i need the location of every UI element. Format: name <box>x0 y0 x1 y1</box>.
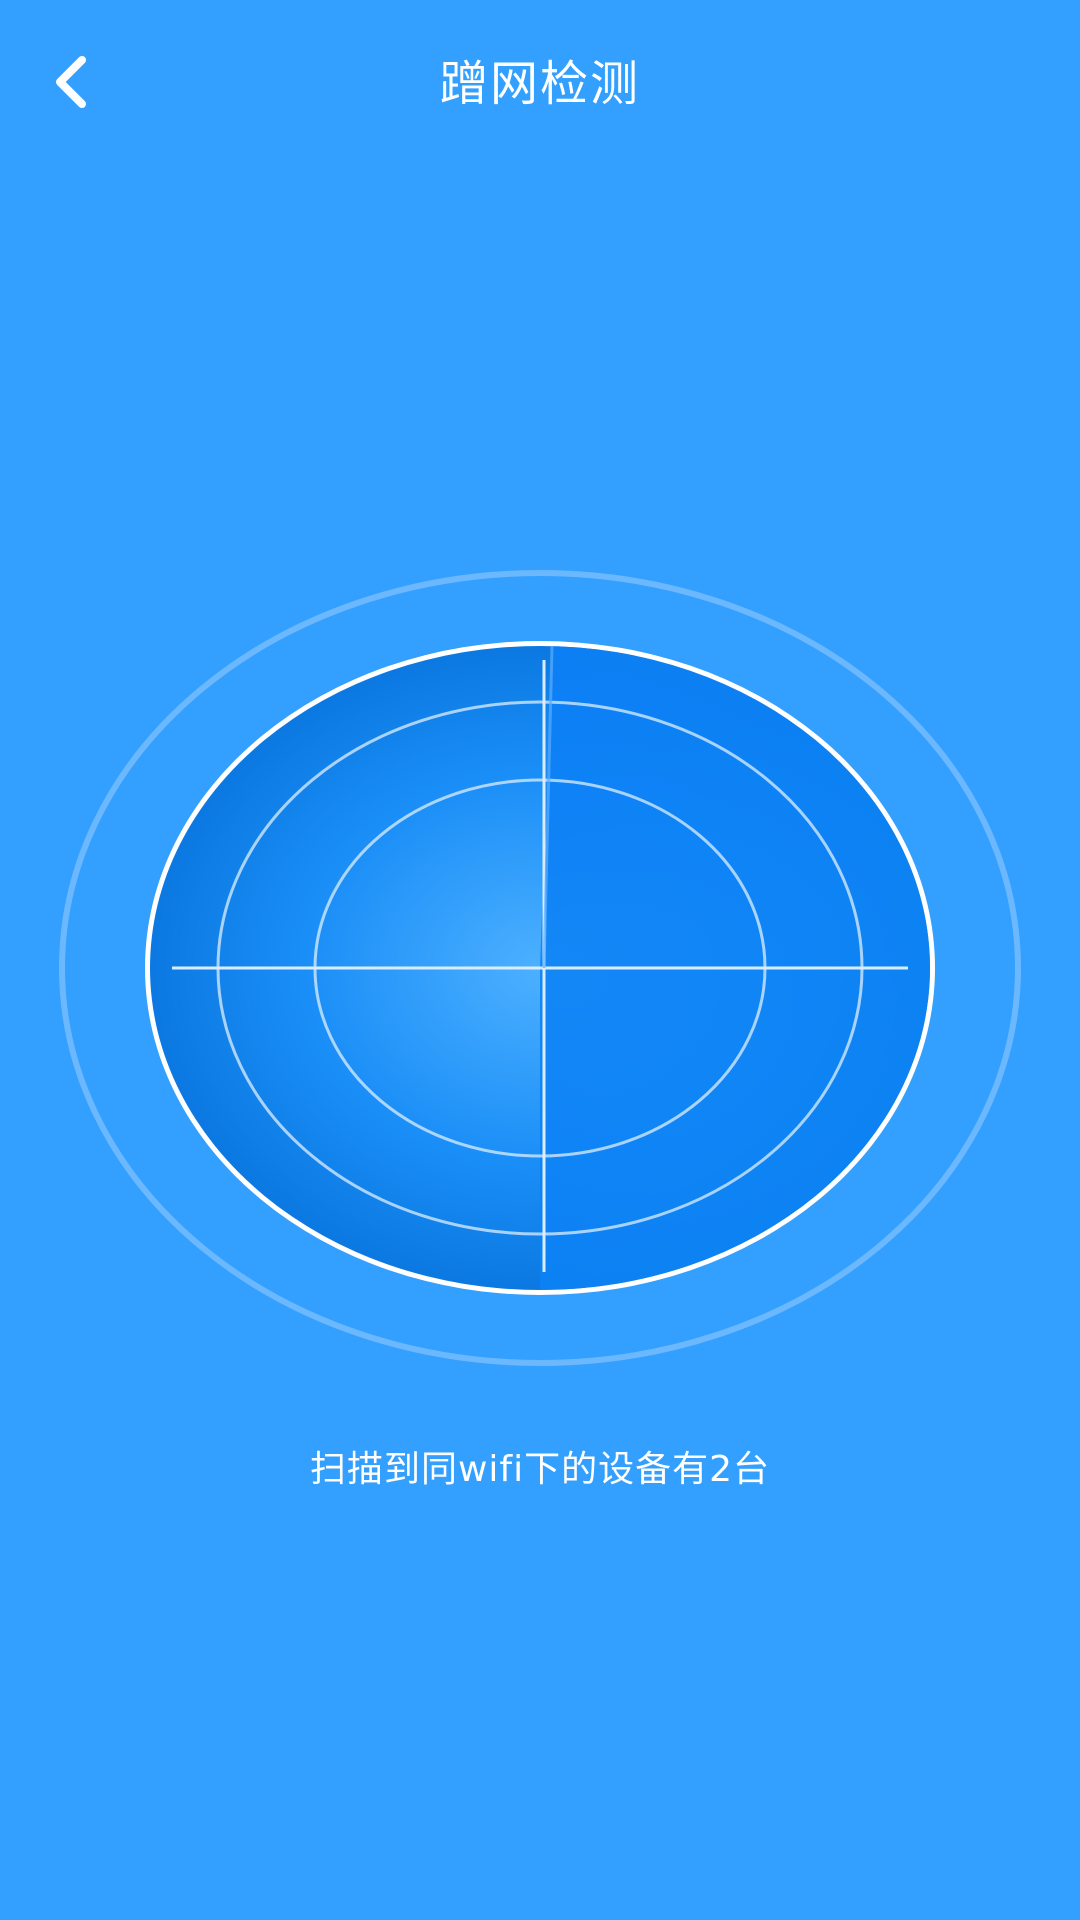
scan-result-text: 扫描到同wifi下的设备有2台 <box>309 1449 771 1490</box>
top-bar: 蹭网检测 <box>0 0 1080 170</box>
page-title: 蹭网检测 <box>439 56 640 112</box>
radar-sweep <box>540 646 930 1290</box>
radar-scan-icon <box>59 570 1021 1366</box>
